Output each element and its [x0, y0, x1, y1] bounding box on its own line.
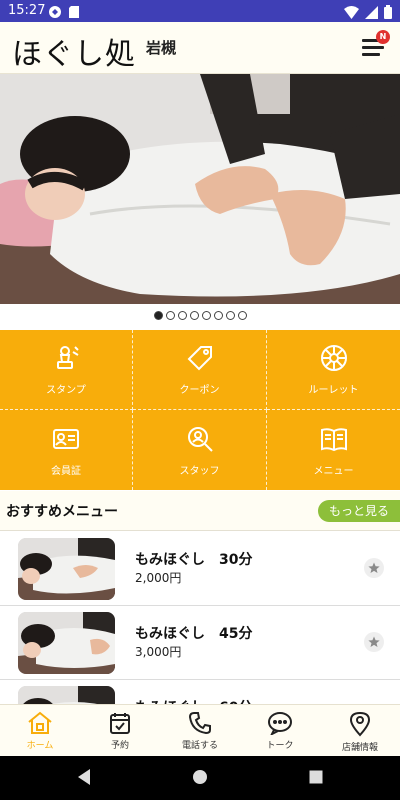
- tab-home[interactable]: ホーム: [0, 705, 80, 756]
- stamp-icon: [57, 346, 79, 369]
- system-navigation-bar: [0, 756, 400, 800]
- carousel-dot-6[interactable]: [213, 311, 223, 320]
- recents-square-icon: [309, 770, 323, 784]
- membership-card-label: 会員証: [51, 465, 81, 477]
- battery-icon: [384, 4, 392, 23]
- roulette-button[interactable]: ルーレット: [267, 330, 400, 410]
- bottom-tab-bar: ホーム 予約 電話する トーク 店舗情報: [0, 704, 400, 756]
- recommended-title: おすすめメニュー: [6, 504, 118, 520]
- membership-card-button[interactable]: 会員証: [0, 410, 133, 490]
- branch-name: 岩槻: [146, 39, 177, 57]
- menu-item-name: もみほぐし 45分: [135, 626, 253, 642]
- star-icon: [368, 636, 380, 647]
- menu-list-button[interactable]: メニュー: [267, 410, 400, 490]
- see-more-button[interactable]: もっと見る: [318, 500, 400, 522]
- carousel-indicator: [0, 311, 400, 320]
- staff-label: スタッフ: [179, 465, 220, 477]
- feature-grid: スタンプ クーポン ルーレット 会員証 スタッフ メニュー: [0, 330, 400, 490]
- menu-list-label: メニュー: [313, 465, 354, 477]
- favorite-star-button[interactable]: [364, 558, 384, 578]
- back-button[interactable]: [76, 768, 92, 790]
- favorite-star-button[interactable]: [364, 632, 384, 652]
- coupon-button[interactable]: クーポン: [133, 330, 267, 410]
- menu-item-price: 2,000円: [135, 571, 182, 585]
- tab-store-info[interactable]: 店舗情報: [320, 705, 400, 756]
- carousel-dot-5[interactable]: [201, 311, 211, 320]
- tab-reservation-label: 予約: [110, 741, 129, 751]
- carousel-dot-4[interactable]: [189, 311, 199, 320]
- staff-search-icon: [187, 426, 213, 452]
- carousel-dot-2[interactable]: [165, 311, 175, 320]
- menu-item-thumbnail: [18, 538, 115, 600]
- membership-card-icon: [53, 428, 79, 449]
- stamp-button[interactable]: スタンプ: [0, 330, 133, 410]
- coupon-label: クーポン: [179, 385, 220, 396]
- tab-reservation[interactable]: 予約: [80, 705, 160, 756]
- stamp-label: スタンプ: [46, 385, 86, 396]
- carousel-dot-7[interactable]: [225, 311, 235, 320]
- recommended-section-header: おすすめメニュー もっと見る: [0, 491, 400, 531]
- back-triangle-icon: [78, 769, 90, 785]
- recents-button[interactable]: [308, 768, 324, 790]
- roulette-icon: [320, 345, 347, 371]
- new-badge: N: [376, 30, 390, 44]
- tab-call[interactable]: 電話する: [160, 705, 240, 756]
- menu-item-thumbnail: [18, 612, 115, 674]
- hero-banner-image[interactable]: [0, 74, 400, 304]
- star-icon: [368, 562, 380, 573]
- tab-talk[interactable]: トーク: [240, 705, 320, 756]
- home-icon: [28, 711, 52, 734]
- menu-item-price: 3,000円: [135, 645, 182, 659]
- carousel-dot-3[interactable]: [177, 311, 187, 320]
- app-header: ほぐし処 岩槻 N: [0, 22, 400, 74]
- sd-card-icon: [68, 4, 80, 23]
- tab-home-label: ホーム: [26, 741, 54, 751]
- menu-item-row[interactable]: もみほぐし 30分 2,000円: [0, 532, 400, 606]
- app-logo: ほぐし処: [12, 37, 136, 72]
- carousel-dot-1[interactable]: [153, 311, 163, 320]
- notification-app-icon: [48, 4, 62, 23]
- home-circle-icon: [193, 770, 207, 784]
- coupon-tag-icon: [187, 346, 212, 371]
- phone-icon: [188, 712, 211, 735]
- tab-store-info-label: 店舗情報: [341, 743, 378, 753]
- home-system-button[interactable]: [192, 768, 208, 790]
- roulette-label: ルーレット: [308, 385, 359, 396]
- menu-item-name: もみほぐし 30分: [135, 552, 253, 568]
- wifi-icon: [344, 4, 359, 23]
- reservation-icon: [110, 713, 130, 734]
- status-time: 15:27: [8, 3, 46, 18]
- hamburger-menu-button[interactable]: N: [360, 30, 390, 60]
- signal-icon: [365, 4, 378, 23]
- status-bar: 15:27: [0, 0, 400, 22]
- location-pin-icon: [349, 711, 371, 737]
- tab-talk-label: トーク: [266, 741, 294, 751]
- chat-icon: [268, 712, 292, 735]
- staff-button[interactable]: スタッフ: [133, 410, 267, 490]
- menu-book-icon: [320, 427, 347, 451]
- carousel-dot-8[interactable]: [237, 311, 247, 320]
- menu-item-row[interactable]: もみほぐし 45分 3,000円: [0, 606, 400, 680]
- tab-call-label: 電話する: [181, 741, 218, 751]
